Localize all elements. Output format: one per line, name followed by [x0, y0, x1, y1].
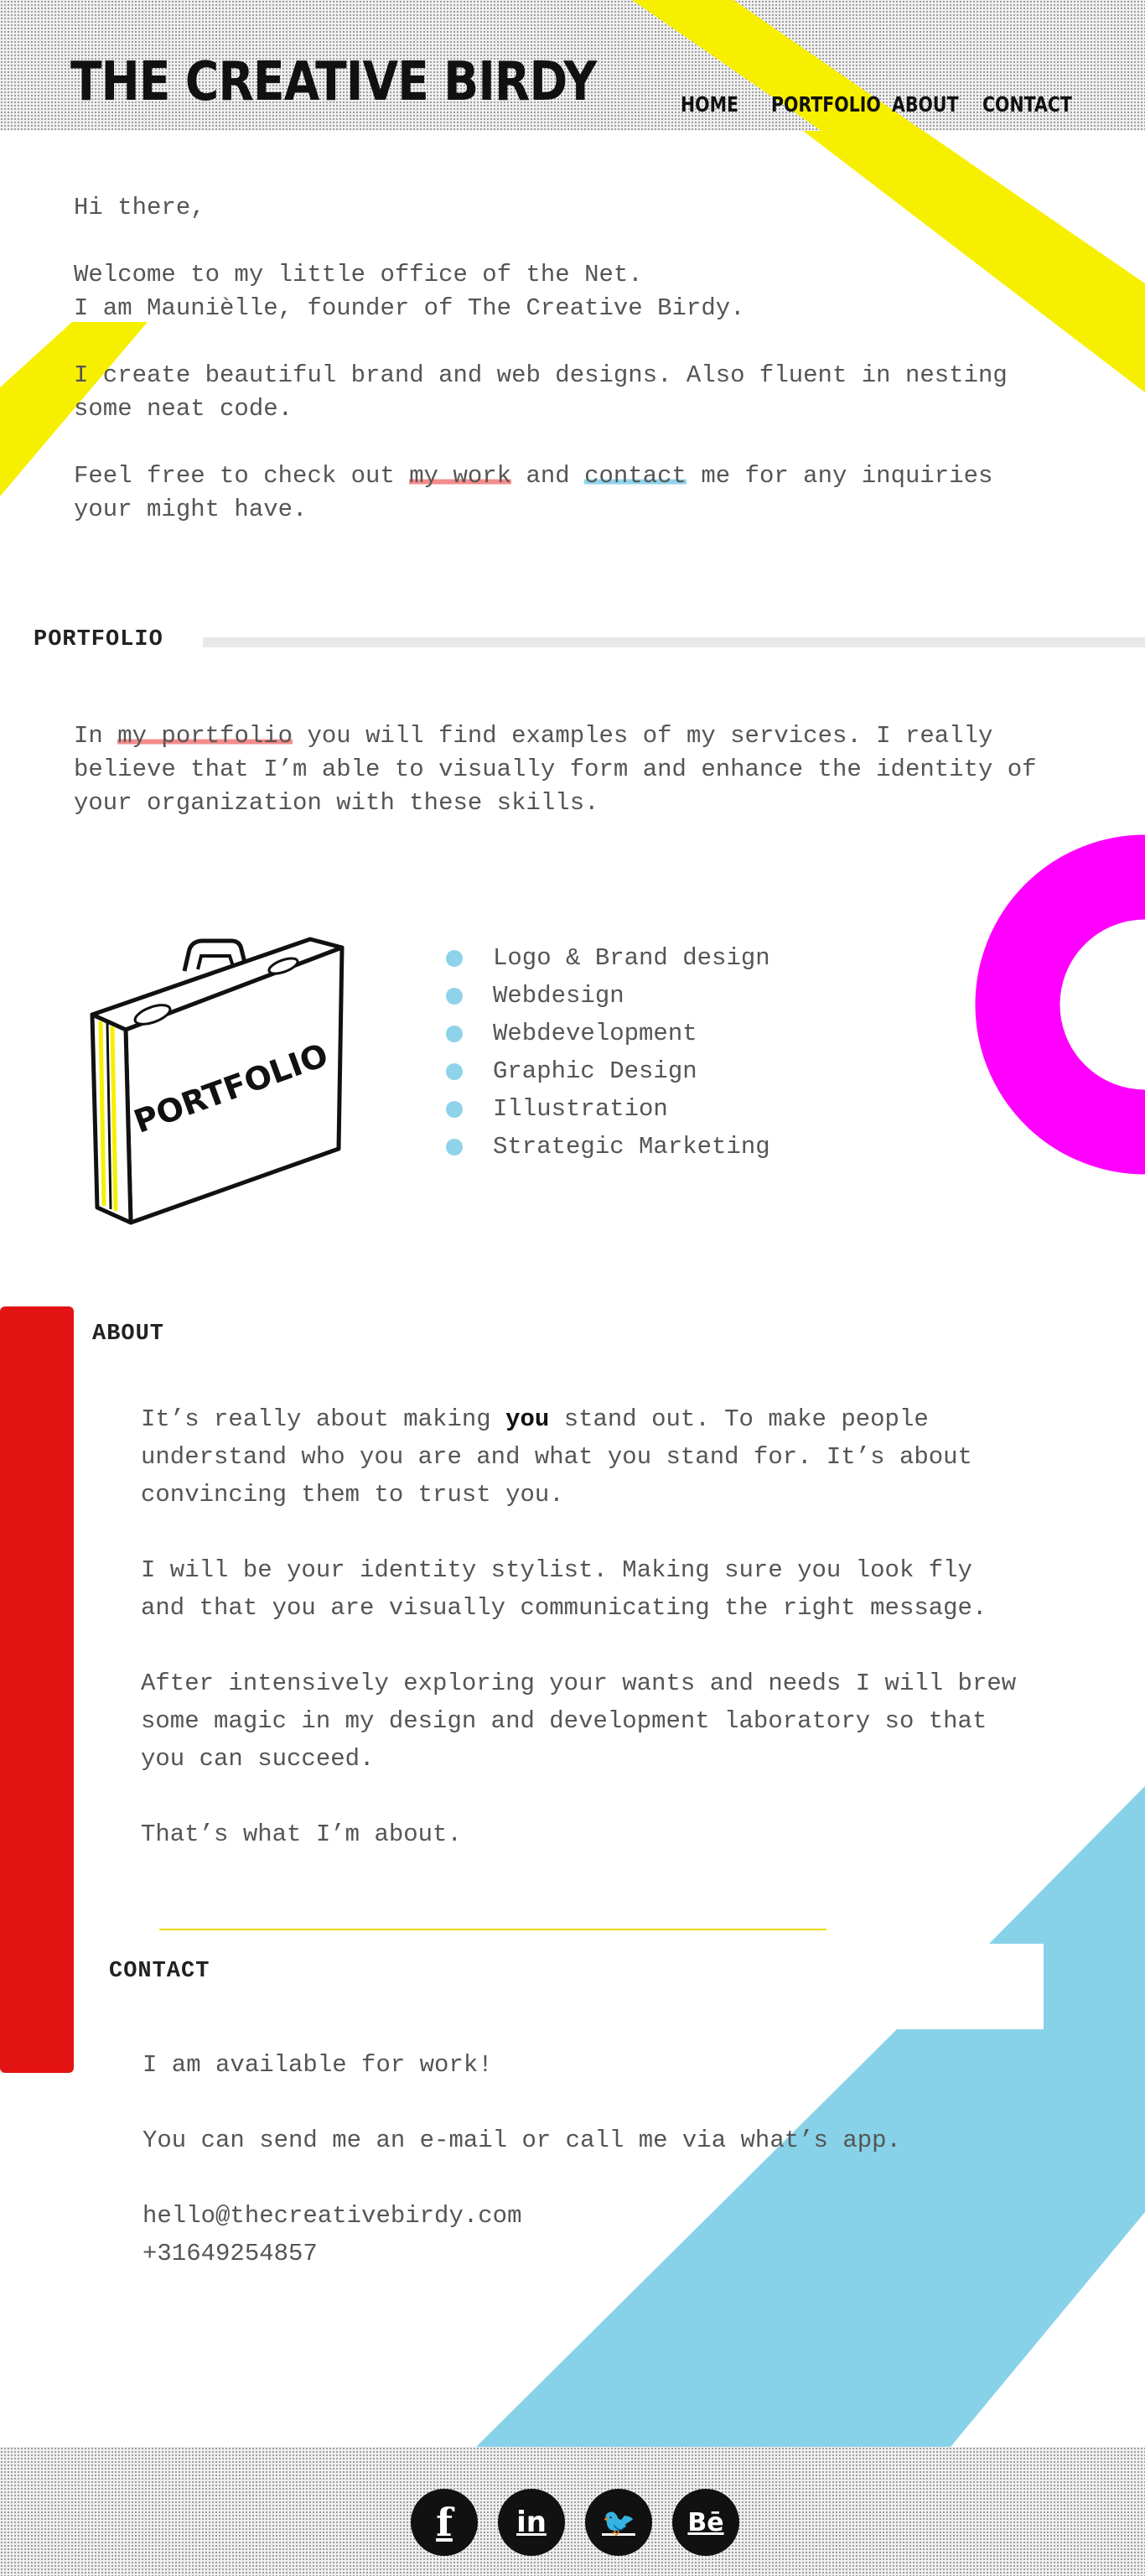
bullet-dot-icon: [446, 949, 463, 967]
service-item: Webdevelopment: [446, 1015, 770, 1052]
bullet-dot-icon: [446, 1025, 463, 1042]
linkedin-icon[interactable]: in: [498, 2489, 565, 2556]
portfolio-title: PORTFOLIO: [34, 627, 163, 652]
portfolio-text: In my portfolio you will find examples o…: [74, 719, 1063, 820]
twitter-icon[interactable]: 🐦: [585, 2489, 652, 2556]
intro-section: Hi there, Welcome to my little office of…: [74, 191, 1063, 560]
service-item: Graphic Design: [446, 1052, 770, 1090]
service-label: Logo & Brand design: [493, 944, 770, 972]
service-item: Webdesign: [446, 977, 770, 1015]
service-label: Webdevelopment: [493, 1020, 697, 1047]
services-list: Logo & Brand design Webdesign Webdevelop…: [446, 939, 770, 1166]
social-links: f in 🐦 Bē: [411, 2489, 739, 2556]
nav-portfolio[interactable]: PORTFOLIO: [771, 92, 881, 117]
service-item: Strategic Marketing: [446, 1128, 770, 1166]
intro-cta-text: and: [511, 462, 585, 490]
intro-cta: Feel free to check out my work and conta…: [74, 460, 1063, 527]
service-label: Graphic Design: [493, 1057, 697, 1085]
service-item: Illustration: [446, 1090, 770, 1128]
my-work-link[interactable]: my work: [409, 462, 512, 490]
my-portfolio-link[interactable]: my portfolio: [117, 722, 293, 750]
site-logo[interactable]: THE CREATIVE BIRDY: [70, 55, 597, 109]
contact-section: I am available for work! You can send me…: [142, 2046, 981, 2272]
nav-home[interactable]: HOME: [681, 92, 738, 117]
intro-welcome: Welcome to my little office of the Net. …: [74, 258, 1063, 325]
contact-paragraph-2: You can send me an e-mail or call me via…: [142, 2127, 901, 2154]
service-label: Strategic Marketing: [493, 1133, 770, 1161]
contact-title: CONTACT: [109, 1959, 210, 1984]
service-label: Webdesign: [493, 982, 624, 1010]
about-paragraph-1: It’s really about making you stand out. …: [141, 1400, 1029, 1514]
contact-phone-link[interactable]: +31649254857: [142, 2240, 318, 2267]
about-emphasis: you: [505, 1405, 550, 1433]
service-label: Illustration: [493, 1095, 668, 1123]
intro-welcome-line2: I am Maunièlle, founder of The Creative …: [74, 294, 745, 322]
contact-paragraph-1: I am available for work!: [142, 2051, 493, 2079]
about-section: It’s really about making you stand out. …: [141, 1400, 1029, 1853]
nav-contact[interactable]: CONTACT: [982, 92, 1072, 117]
intro-cta-text: Feel free to check out: [74, 462, 410, 490]
bullet-dot-icon: [446, 1062, 463, 1080]
portfolio-briefcase-illustration[interactable]: PORTFOLIO: [59, 922, 377, 1241]
behance-icon[interactable]: Bē: [672, 2489, 739, 2556]
bullet-dot-icon: [446, 1100, 463, 1118]
service-item: Logo & Brand design: [446, 939, 770, 977]
nav-about[interactable]: ABOUT: [892, 92, 959, 117]
contact-link[interactable]: contact: [584, 462, 686, 490]
about-paragraph-4: That’s what I’m about.: [141, 1820, 462, 1848]
bullet-dot-icon: [446, 1138, 463, 1156]
facebook-icon[interactable]: f: [411, 2489, 478, 2556]
about-title: ABOUT: [92, 1322, 165, 1347]
intro-greeting: Hi there,: [74, 194, 205, 221]
intro-welcome-line1: Welcome to my little office of the Net.: [74, 261, 643, 288]
about-paragraph-2: I will be your identity stylist. Making …: [141, 1556, 987, 1622]
contact-email-link[interactable]: hello@thecreativebirdy.com: [142, 2202, 521, 2230]
portfolio-text-part: In: [74, 722, 118, 750]
bullet-dot-icon: [446, 987, 463, 1005]
intro-create-text: I create beautiful brand and web designs…: [74, 361, 1008, 423]
about-paragraph-3: After intensively exploring your wants a…: [141, 1670, 1017, 1773]
contact-details: hello@thecreativebirdy.com +31649254857: [142, 2197, 981, 2272]
about-text-part: It’s really about making: [141, 1405, 506, 1433]
